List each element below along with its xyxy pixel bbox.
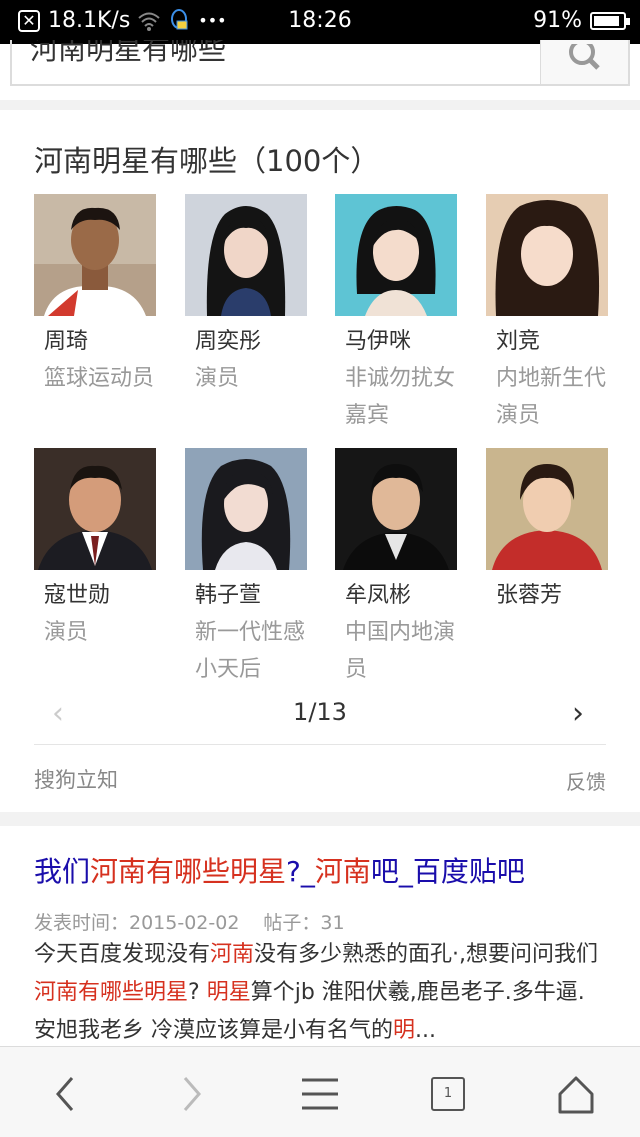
battery-icon: [590, 11, 630, 30]
battery-fill: [594, 15, 620, 26]
search-input[interactable]: 河南明星有哪些: [10, 40, 542, 86]
person-photo: [34, 448, 156, 570]
person-desc: 演员: [44, 620, 89, 645]
home-icon: [558, 1076, 594, 1114]
title-text: 吧_百度贴吧: [370, 855, 525, 888]
person-photo: [185, 448, 307, 570]
person-desc: 演员: [195, 366, 240, 391]
title-highlight: 河南有哪些明星: [90, 855, 287, 888]
person-photo: [185, 194, 307, 316]
person-name: 牟凤彬: [345, 583, 412, 608]
snippet-text: 今天百度发现没有: [34, 942, 211, 967]
person-desc: 篮球运动员: [44, 366, 155, 391]
snippet-text: 没有多少熟悉的面孔·,想要问问我们: [254, 942, 599, 967]
person-name: 寇世勋: [44, 583, 111, 608]
result-title-link[interactable]: 我们河南有哪些明星?_河南吧_百度贴吧: [34, 850, 525, 890]
person-name: 刘竞: [496, 329, 541, 354]
title-text: ?_: [286, 855, 315, 888]
person-desc: 内地新生代演员: [496, 366, 607, 428]
search-button[interactable]: [540, 40, 630, 86]
snippet-highlight: 河南有哪些明星: [34, 980, 189, 1005]
person-photo: [335, 448, 457, 570]
person-name: 周奕彤: [195, 329, 262, 354]
card-title: 河南明星有哪些（100个）: [34, 144, 380, 178]
person-card[interactable]: 周琦 篮球运动员: [34, 194, 156, 397]
snippet-highlight: 明: [393, 1018, 416, 1043]
person-name: 张蓉芳: [496, 583, 563, 608]
person-photo: [335, 194, 457, 316]
result-meta: 发表时间：2015-02-02 帖子：31: [34, 908, 369, 935]
person-photo: [486, 194, 608, 316]
person-card[interactable]: 张蓉芳: [486, 448, 608, 614]
person-desc: 中国内地演员: [345, 620, 456, 682]
person-photo: [34, 194, 156, 316]
back-button[interactable]: [40, 1069, 90, 1119]
post-count: 帖子：31: [263, 912, 345, 934]
person-desc: 新一代性感小天后: [195, 620, 306, 682]
search-result: 我们河南有哪些明星?_河南吧_百度贴吧 发表时间：2015-02-02 帖子：31…: [0, 826, 640, 1056]
person-card[interactable]: 韩子萱 新一代性感小天后: [185, 448, 307, 688]
menu-icon: [302, 1078, 338, 1110]
person-card[interactable]: 牟凤彬 中国内地演员: [335, 448, 457, 688]
tab-count: 1: [443, 1086, 453, 1101]
person-card[interactable]: 刘竞 内地新生代演员: [486, 194, 608, 434]
tabs-icon: 1: [431, 1077, 465, 1111]
forward-button[interactable]: [167, 1069, 217, 1119]
home-button[interactable]: [551, 1069, 601, 1119]
bottom-nav: 1: [0, 1046, 640, 1137]
result-snippet: 今天百度发现没有河南没有多少熟悉的面孔·,想要问问我们河南有哪些明星? 明星算个…: [34, 936, 606, 1052]
divider: [34, 744, 606, 745]
knowledge-card: 河南明星有哪些（100个） 周琦 篮球运动员 周奕彤 演员 马伊咪 非诚勿扰女嘉…: [0, 110, 640, 812]
menu-button[interactable]: [295, 1069, 345, 1119]
card-source[interactable]: 搜狗立知: [34, 764, 118, 794]
person-card[interactable]: 寇世勋 演员: [34, 448, 156, 651]
snippet-text: ?: [188, 980, 207, 1005]
person-card[interactable]: 马伊咪 非诚勿扰女嘉宾: [335, 194, 457, 434]
battery-percent: 91%: [533, 8, 582, 33]
snippet-text: ...: [415, 1018, 436, 1043]
pager: ‹ 1/13 ›: [34, 690, 606, 740]
page-number: 1/13: [293, 698, 347, 726]
search-icon: [569, 44, 600, 70]
person-name: 韩子萱: [195, 583, 262, 608]
title-text: 我们: [34, 855, 91, 888]
person-name: 马伊咪: [345, 329, 412, 354]
back-icon: [56, 1077, 74, 1111]
title-highlight: 河南: [314, 855, 371, 888]
forward-icon: [183, 1077, 201, 1111]
feedback-link[interactable]: 反馈: [566, 766, 606, 795]
snippet-highlight: 明星: [206, 980, 251, 1005]
separator: [0, 100, 640, 110]
person-photo: [486, 448, 608, 570]
snippet-highlight: 河南: [210, 942, 255, 967]
tabs-button[interactable]: 1: [423, 1069, 473, 1119]
person-card[interactable]: 周奕彤 演员: [185, 194, 307, 397]
search-bar: 河南明星有哪些: [0, 40, 640, 100]
person-name: 周琦: [44, 329, 89, 354]
status-bar: ✕ 18.1K/s ••• 18:26 91%: [0, 0, 640, 44]
post-date: 发表时间：2015-02-02: [34, 912, 240, 934]
person-desc: 非诚勿扰女嘉宾: [345, 366, 456, 428]
next-page-button[interactable]: ›: [572, 696, 584, 731]
